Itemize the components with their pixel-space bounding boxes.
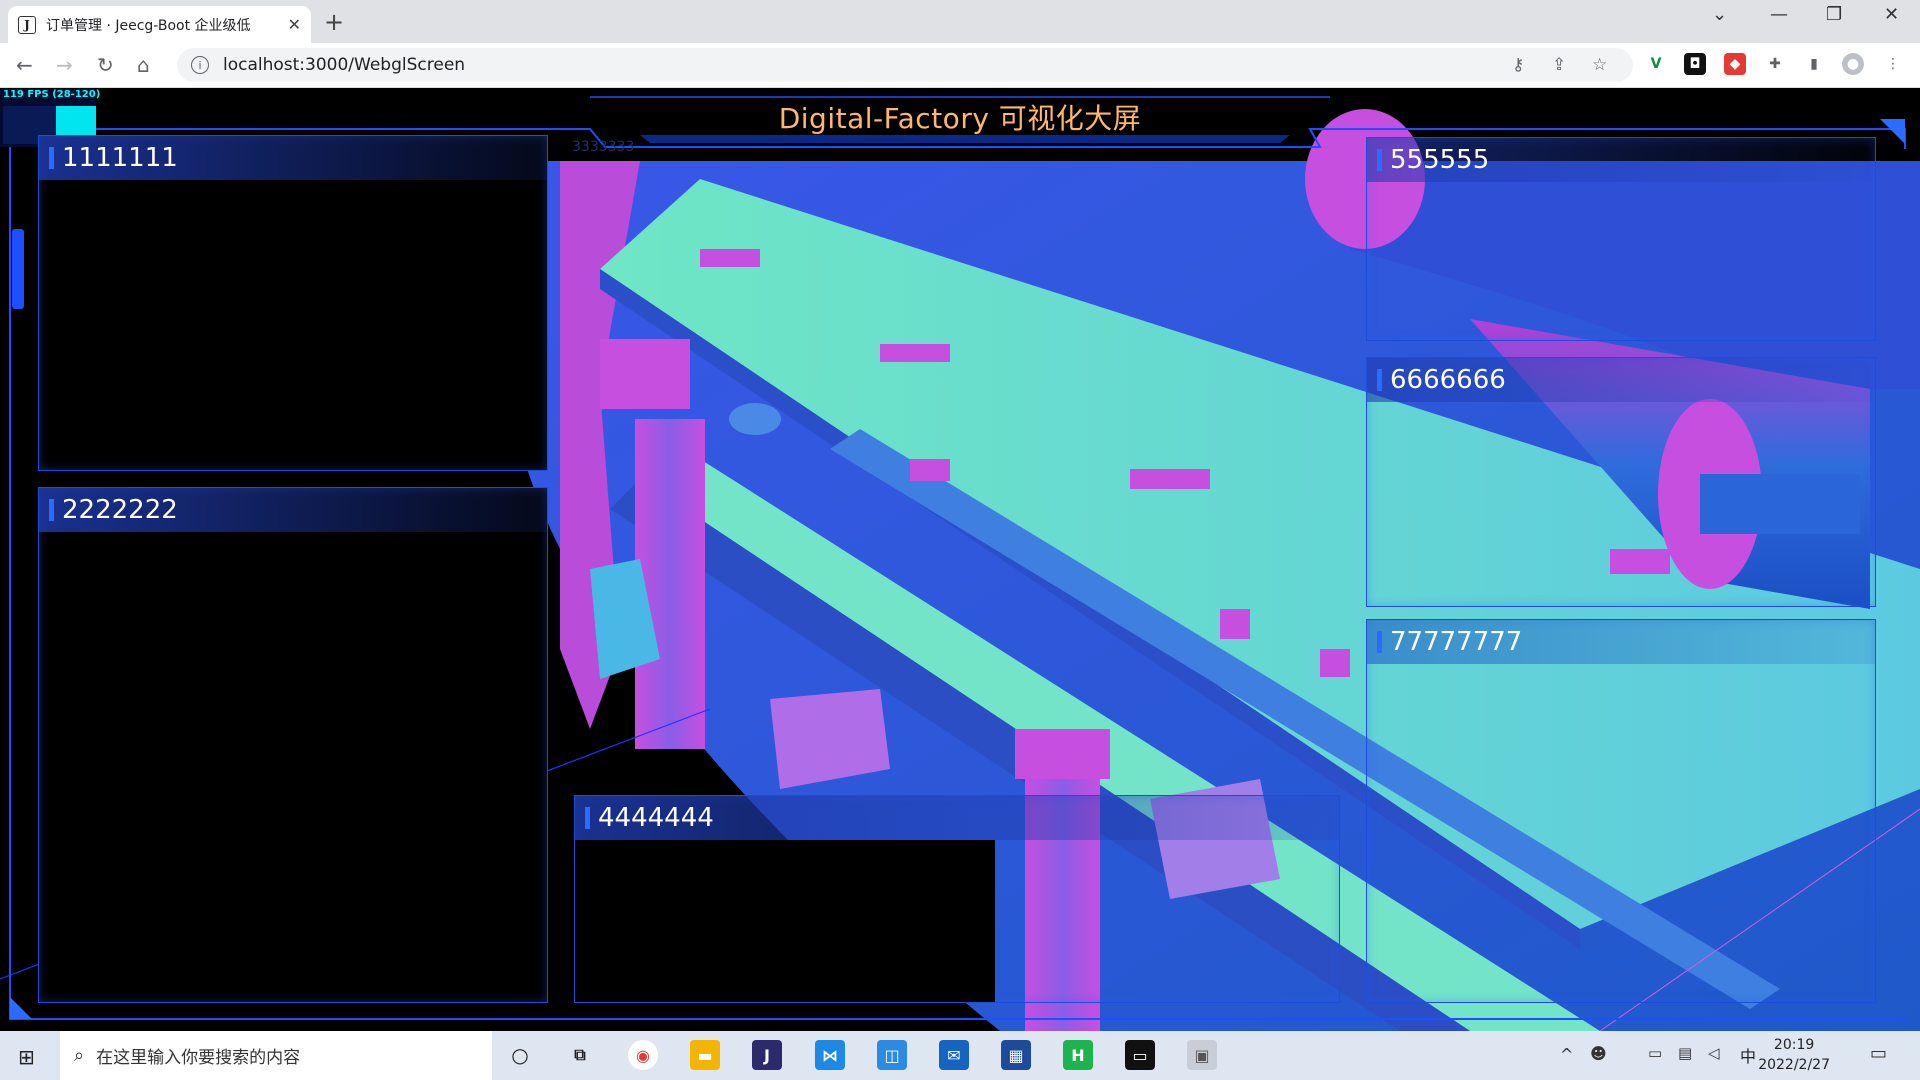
browser-toolbar: ← → ↻ ⌂ i localhost:3000/WebglScreen ⚷ ⇪…: [0, 43, 1920, 88]
panel-marker: [1377, 631, 1382, 653]
search-placeholder: 在这里输入你要搜索的内容: [96, 1048, 301, 1068]
file-explorer-icon[interactable]: ▬: [690, 1040, 720, 1070]
chrome-taskbar-icon[interactable]: ◉: [628, 1040, 658, 1070]
close-window-button[interactable]: ✕: [1884, 4, 1899, 25]
system-clock[interactable]: 20:19 2022/2/27: [1758, 1035, 1830, 1075]
panel-5[interactable]: 555555: [1366, 137, 1876, 341]
panel-6[interactable]: 6666666: [1366, 357, 1876, 607]
qq-icon[interactable]: ☻: [1590, 1044, 1607, 1063]
network-icon[interactable]: ▤: [1678, 1044, 1692, 1062]
minimize-button[interactable]: —: [1770, 4, 1788, 25]
panel-5-header: 555555: [1367, 138, 1875, 182]
tab-close-icon[interactable]: ✕: [288, 15, 301, 34]
tab-favicon-icon: J: [18, 15, 36, 34]
clock-time: 20:19: [1773, 1037, 1815, 1053]
new-tab-button[interactable]: +: [324, 8, 344, 36]
panel-2-header: 2222222: [39, 488, 547, 532]
forward-icon[interactable]: →: [56, 53, 73, 77]
site-info-icon[interactable]: i: [191, 56, 209, 74]
profile-avatar-icon[interactable]: ●: [1842, 53, 1864, 75]
menu-kebab-icon[interactable]: ⋮: [1882, 53, 1904, 75]
panel-6-title: 6666666: [1390, 365, 1506, 395]
panel-marker: [1377, 369, 1382, 391]
back-icon[interactable]: ←: [16, 53, 33, 77]
panel-4-title: 4444444: [598, 803, 714, 833]
app-icon[interactable]: ◫: [877, 1040, 907, 1070]
vue-devtools-icon[interactable]: V: [1645, 53, 1667, 75]
panel-2[interactable]: 2222222: [38, 487, 548, 1003]
panel-5-title: 555555: [1390, 145, 1490, 175]
panel-2-title: 2222222: [62, 495, 178, 525]
vscode-icon[interactable]: ⋈: [815, 1040, 845, 1070]
panel-4-body: [575, 840, 995, 1002]
jetbrains-icon[interactable]: J: [752, 1040, 782, 1070]
panel-7[interactable]: 77777777: [1366, 619, 1876, 1003]
panel-6-header: 6666666: [1367, 358, 1875, 402]
windows-taskbar: ⊞ ⌕ 在这里输入你要搜索的内容 ○ ⧉ ◉ ▬ J ⋈ ◫ ✉ ▦ H ▭ ▣…: [0, 1031, 1920, 1080]
panel-1-header: 1111111: [39, 136, 547, 180]
extensions-puzzle-icon[interactable]: ✚: [1764, 53, 1786, 75]
panel-4-header: 4444444: [575, 796, 1339, 840]
share-icon[interactable]: ⇪: [1552, 55, 1566, 75]
restore-button[interactable]: ❐: [1826, 4, 1842, 25]
url-text: localhost:3000/WebglScreen: [223, 55, 466, 75]
panel-4[interactable]: 4444444: [574, 795, 1340, 1003]
terminal-icon[interactable]: ▭: [1125, 1040, 1155, 1070]
side-panel-icon[interactable]: ▮: [1803, 53, 1825, 75]
panel-marker: [1377, 149, 1382, 171]
panel-7-header: 77777777: [1367, 620, 1875, 664]
volume-icon[interactable]: ◁: [1708, 1044, 1720, 1062]
bookmark-star-icon[interactable]: ☆: [1592, 55, 1607, 75]
taskbar-search-box[interactable]: ⌕ 在这里输入你要搜索的内容: [60, 1031, 492, 1080]
cortana-icon[interactable]: ○: [505, 1040, 535, 1070]
overlay-label: 3333333: [572, 139, 635, 155]
battery-icon[interactable]: ▭: [1648, 1044, 1662, 1062]
extension-icon[interactable]: ◘: [1684, 53, 1706, 75]
show-hidden-icons-icon[interactable]: ^: [1560, 1045, 1573, 1064]
screen-title: Digital-Factory 可视化大屏: [778, 102, 1142, 135]
start-windows-icon[interactable]: ⊞: [18, 1045, 35, 1069]
tab-search-icon[interactable]: ⌄: [1712, 4, 1727, 25]
browser-tab[interactable]: J 订单管理 · Jeecg-Boot 企业级低 ✕: [8, 6, 311, 43]
clock-date: 2022/2/27: [1758, 1057, 1830, 1073]
task-view-icon[interactable]: ⧉: [565, 1040, 595, 1070]
address-bar[interactable]: i localhost:3000/WebglScreen: [177, 48, 1633, 82]
ime-indicator[interactable]: 中: [1740, 1043, 1756, 1067]
panel-marker: [49, 147, 54, 169]
panel-7-title: 77777777: [1390, 627, 1523, 657]
panel-1-title: 1111111: [62, 143, 178, 173]
extension-cube-icon[interactable]: ◆: [1724, 53, 1746, 75]
hbuilder-icon[interactable]: H: [1063, 1040, 1093, 1070]
tab-title: 订单管理 · Jeecg-Boot 企业级低: [46, 17, 251, 34]
home-icon[interactable]: ⌂: [137, 53, 150, 77]
browser-tab-strip: J 订单管理 · Jeecg-Boot 企业级低 ✕ + ⌄ — ❐ ✕: [0, 0, 1920, 43]
webgl-screen: 119 FPS (28-120) Digital-Factory 可视化大屏 3…: [0, 89, 1920, 1031]
store-icon[interactable]: ▦: [1001, 1040, 1031, 1070]
key-icon[interactable]: ⚷: [1512, 55, 1524, 75]
image-viewer-icon[interactable]: ▣: [1187, 1040, 1217, 1070]
reload-icon[interactable]: ↻: [97, 53, 114, 77]
panel-marker: [585, 807, 590, 829]
notification-icon[interactable]: ▭: [1870, 1043, 1887, 1064]
panel-marker: [49, 499, 54, 521]
search-icon: ⌕: [74, 1045, 85, 1066]
panel-1[interactable]: 1111111: [38, 135, 548, 471]
mail-icon[interactable]: ✉: [939, 1040, 969, 1070]
